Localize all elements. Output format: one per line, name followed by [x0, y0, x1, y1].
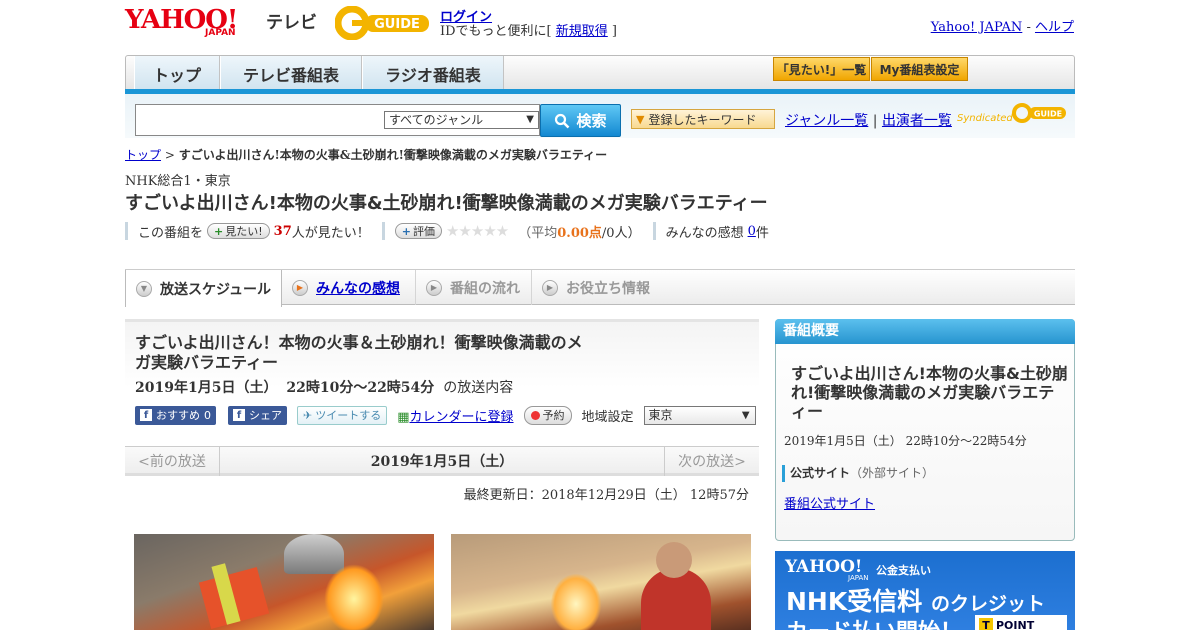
my-schedule-button[interactable]: My番組表設定 [871, 57, 968, 81]
avg-people: /0人） [601, 225, 641, 241]
image-detail [284, 534, 344, 574]
social-row: f おすすめ 0 f シェア ✈ ツイートする ▦カレンダーに登録 予約 地域設定 東京… [135, 405, 756, 425]
tab-program-flow: ▶ 番組の流れ [416, 270, 532, 305]
want-list-button[interactable]: 「見たい!」一覧 [773, 57, 870, 81]
chevron-right-icon: ▶ [426, 279, 442, 296]
tab-top[interactable]: トップ [134, 56, 220, 91]
gguide-syndicated-logo: GUIDE [1012, 103, 1066, 123]
tweet-button[interactable]: ✈ ツイートする [297, 405, 388, 425]
want-to-watch-button[interactable]: + 見たい! [207, 223, 270, 239]
banner-headline: NHK受信料 のクレジット [786, 587, 1045, 616]
tab-useful-info: ▶ お役立ち情報 [532, 270, 662, 305]
svg-text:GUIDE: GUIDE [374, 17, 420, 32]
search-sublinks: ジャンル一覧 | 出演者一覧 [785, 113, 952, 129]
record-icon [530, 410, 540, 420]
calendar-icon: ▦ [397, 409, 410, 425]
impressions-label: みんなの感想 [665, 225, 744, 241]
facebook-share-button[interactable]: f シェア [228, 405, 287, 425]
breadcrumb: トップ > すごいよ出川さん!本物の火事&土砂崩れ!衝撃映像満載のメガ実験バラエ… [125, 148, 608, 162]
rate-button[interactable]: + 評価 [394, 223, 442, 239]
image-detail [324, 564, 384, 630]
tab-broadcast-schedule[interactable]: ▼ 放送スケジュール [125, 270, 282, 307]
help-link[interactable]: ヘルプ [1035, 20, 1074, 35]
impressions-unit: 件 [755, 225, 769, 241]
genre-list-link[interactable]: ジャンル一覧 [785, 113, 868, 129]
summary-time: 2019年1月5日（土） 22時10分～22時54分 [784, 434, 1027, 448]
banner-logo-sub: JAPAN [848, 574, 869, 582]
day-title: 2019年1月5日（土） [370, 454, 514, 470]
program-image-firefighter [134, 534, 434, 630]
chevron-down-icon: ▼ [136, 280, 152, 297]
svg-text:GUIDE: GUIDE [1034, 110, 1062, 119]
avg-label: （平均 [518, 225, 558, 241]
image-detail [656, 542, 692, 578]
summary-title: すごいよ出川さん!本物の火事&土砂崩れ!衝撃映像満載のメガ実験バラエティー [791, 364, 1068, 421]
program-action-row: この番組を + 見たい! 37 人が見たい！ + 評価 ★★★★★ （平均 0.00点 /… [125, 221, 769, 241]
region-select[interactable]: 東京 ▼ [643, 405, 756, 425]
service-name[interactable]: テレビ [266, 8, 317, 33]
syndicated-label: Syndicated [957, 113, 1013, 124]
signup-link[interactable]: 新規取得 [556, 24, 608, 39]
gguide-logo[interactable]: GUIDE [335, 6, 433, 40]
schedule-title: すごいよ出川さん！本物の火事＆土砂崩れ！衝撃映像満載のメガ実験バラエティー [135, 333, 583, 372]
chevron-right-icon: ▶ [292, 279, 308, 296]
tab-impressions[interactable]: ▶ みんなの感想 [282, 270, 416, 305]
tab-tv-schedule[interactable]: テレビ番組表 [220, 56, 362, 91]
tpoint-badge: T POINT [975, 615, 1067, 630]
want-suffix: 人が見たい！ [291, 225, 370, 241]
this-program-label: この番組を [138, 225, 204, 241]
genre-select[interactable]: すべてのジャンル ▼ [384, 111, 539, 129]
divider [125, 222, 128, 240]
tab-radio-schedule[interactable]: ラジオ番組表 [362, 56, 504, 91]
search-button[interactable]: 検索 [540, 104, 621, 137]
registered-keyword-button[interactable]: ▼ 登録したキーワード [631, 109, 775, 129]
chevron-down-icon: ▼ [741, 409, 750, 421]
page-title: すごいよ出川さん!本物の火事&土砂崩れ!衝撃映像満載のメガ実験バラエティー [125, 193, 768, 214]
official-site-heading: 公式サイト（外部サイト） [782, 465, 934, 482]
breadcrumb-current: すごいよ出川さん!本物の火事&土砂崩れ!衝撃映像満載のメガ実験バラエティー [178, 148, 608, 162]
official-site-link[interactable]: 番組公式サイト [784, 493, 875, 512]
program-image-room-fire [451, 534, 751, 630]
facebook-icon: f [140, 409, 152, 421]
plus-icon: + [214, 224, 224, 238]
yahoo-logo-sub: JAPAN [205, 28, 236, 38]
rating-stars: ★★★★★ [445, 222, 509, 240]
top-links: Yahoo! JAPAN - ヘルプ [930, 20, 1074, 35]
divider [652, 222, 656, 240]
prev-broadcast-link[interactable]: <前の放送 [125, 446, 220, 476]
impressions-count-link[interactable]: 0 [748, 224, 756, 239]
main-nav: トップ テレビ番組表 ラジオ番組表 「見たい!」一覧 My番組表設定 [125, 55, 1075, 91]
facebook-recommend-button[interactable]: f おすすめ 0 [135, 405, 216, 425]
plus-icon: + [401, 224, 411, 238]
chevron-down-icon: ▼ [526, 114, 534, 125]
last-updated: 最終更新日：2018年12月29日（土） 12時57分 [463, 488, 749, 503]
tpoint-icon: T [979, 618, 993, 630]
calendar-register[interactable]: ▦カレンダーに登録 [397, 406, 513, 425]
twitter-icon: ✈ [303, 408, 313, 422]
avg-value: 0.00点 [557, 225, 602, 241]
next-broadcast-link[interactable]: 次の放送> [664, 446, 759, 476]
image-detail [551, 574, 601, 630]
banner-subline: カード払い開始！ [786, 614, 962, 630]
chevron-right-icon: ▶ [542, 279, 558, 296]
channel-label: NHK総合1・東京 [125, 174, 231, 189]
banner-service: 公金支払い [876, 564, 931, 577]
triangle-down-icon: ▼ [636, 112, 645, 126]
facebook-icon: f [233, 409, 245, 421]
search-icon [555, 113, 570, 128]
divider [381, 222, 385, 240]
login-sub: IDでもっと便利に[ 新規取得 ] [440, 24, 617, 39]
region-label: 地域設定 [581, 409, 634, 425]
cast-list-link[interactable]: 出演者一覧 [882, 113, 952, 129]
program-summary-heading: 番組概要 [775, 319, 1075, 344]
want-count: 37 [273, 223, 292, 239]
reserve-button[interactable]: 予約 [523, 405, 572, 425]
breadcrumb-top-link[interactable]: トップ [125, 148, 161, 162]
yahoo-japan-link[interactable]: Yahoo! JAPAN [931, 20, 1023, 35]
schedule-time: 2019年1月5日（土） 22時10分～22時54分 の放送内容 [135, 380, 514, 396]
program-tabs: ▼ 放送スケジュール ▶ みんなの感想 ▶ 番組の流れ ▶ お役立ち情報 [125, 269, 1075, 307]
